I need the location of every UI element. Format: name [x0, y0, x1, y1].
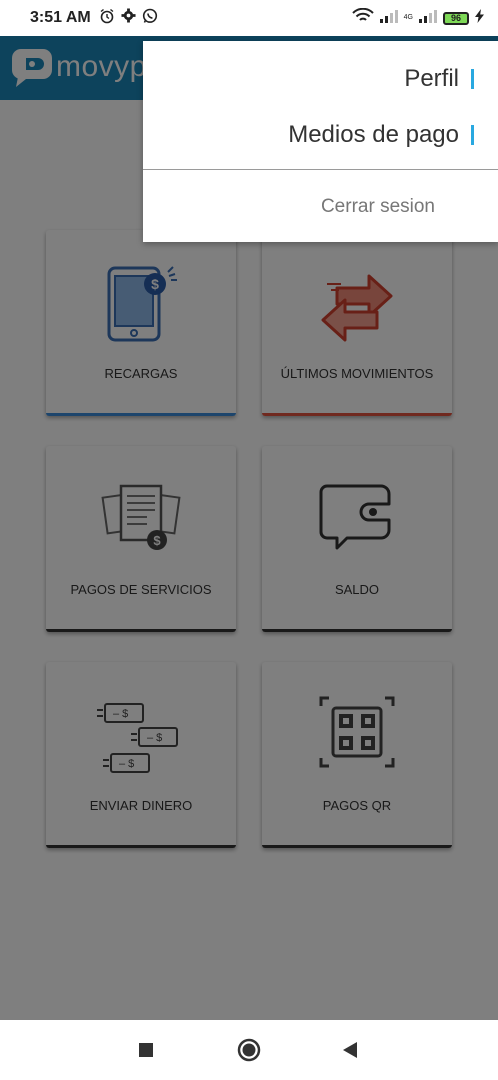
- signal-icon: [419, 9, 437, 28]
- charging-icon: [475, 8, 484, 28]
- menu-divider: [143, 169, 498, 170]
- status-time: 3:51 AM: [30, 9, 91, 26]
- status-bar: 3:51 AM 4G 96: [0, 0, 498, 36]
- wifi-icon: [351, 7, 374, 28]
- menu-item-marker: [471, 69, 474, 89]
- menu-item-label: Medios de pago: [288, 121, 459, 148]
- dropdown-menu: Perfil Medios de pago Cerrar sesion: [143, 41, 498, 242]
- back-icon[interactable]: [342, 1041, 358, 1064]
- menu-item-medios-de-pago[interactable]: Medios de pago: [288, 121, 474, 149]
- logout-button[interactable]: Cerrar sesion: [321, 196, 435, 218]
- system-nav-bar: [0, 1020, 498, 1080]
- home-icon[interactable]: [237, 1038, 261, 1067]
- recents-icon[interactable]: [138, 1042, 154, 1063]
- gear-icon: [121, 8, 136, 28]
- signal-icon: [379, 9, 398, 28]
- whatsapp-icon: [142, 8, 158, 29]
- alarm-icon: [99, 8, 115, 29]
- menu-item-label: Perfil: [404, 65, 459, 92]
- menu-item-perfil[interactable]: Perfil: [404, 65, 474, 93]
- menu-item-marker: [471, 125, 474, 145]
- battery-icon: 96: [443, 11, 469, 25]
- network-label: 4G: [403, 14, 413, 21]
